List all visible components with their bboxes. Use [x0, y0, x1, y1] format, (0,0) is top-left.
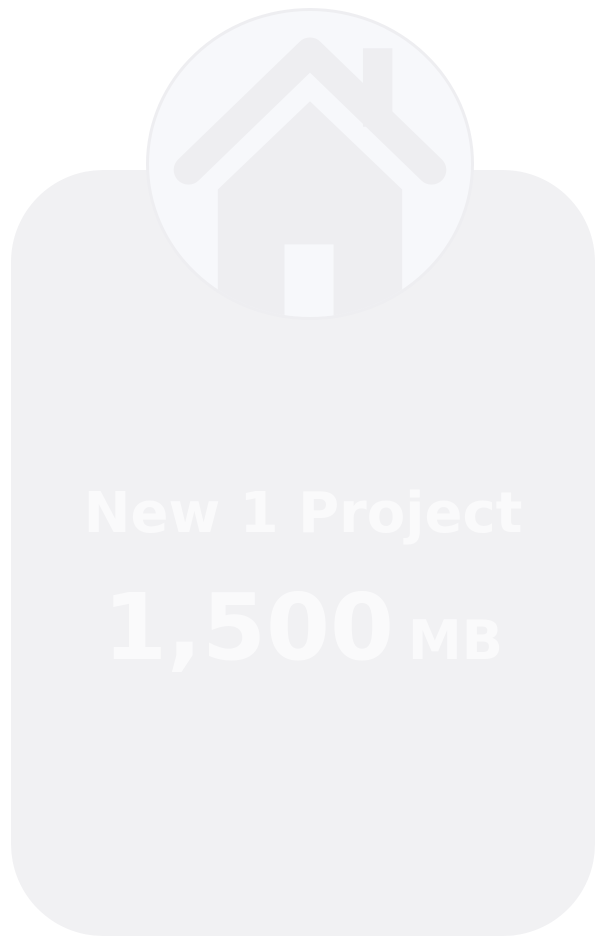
plan-size: 1,500 MB [11, 578, 595, 691]
size-unit: MB [408, 609, 503, 672]
icon-circle [146, 8, 474, 320]
house-icon [173, 37, 447, 317]
plan-title: New 1 Project [83, 481, 523, 546]
size-value: 1,500 [103, 574, 395, 681]
